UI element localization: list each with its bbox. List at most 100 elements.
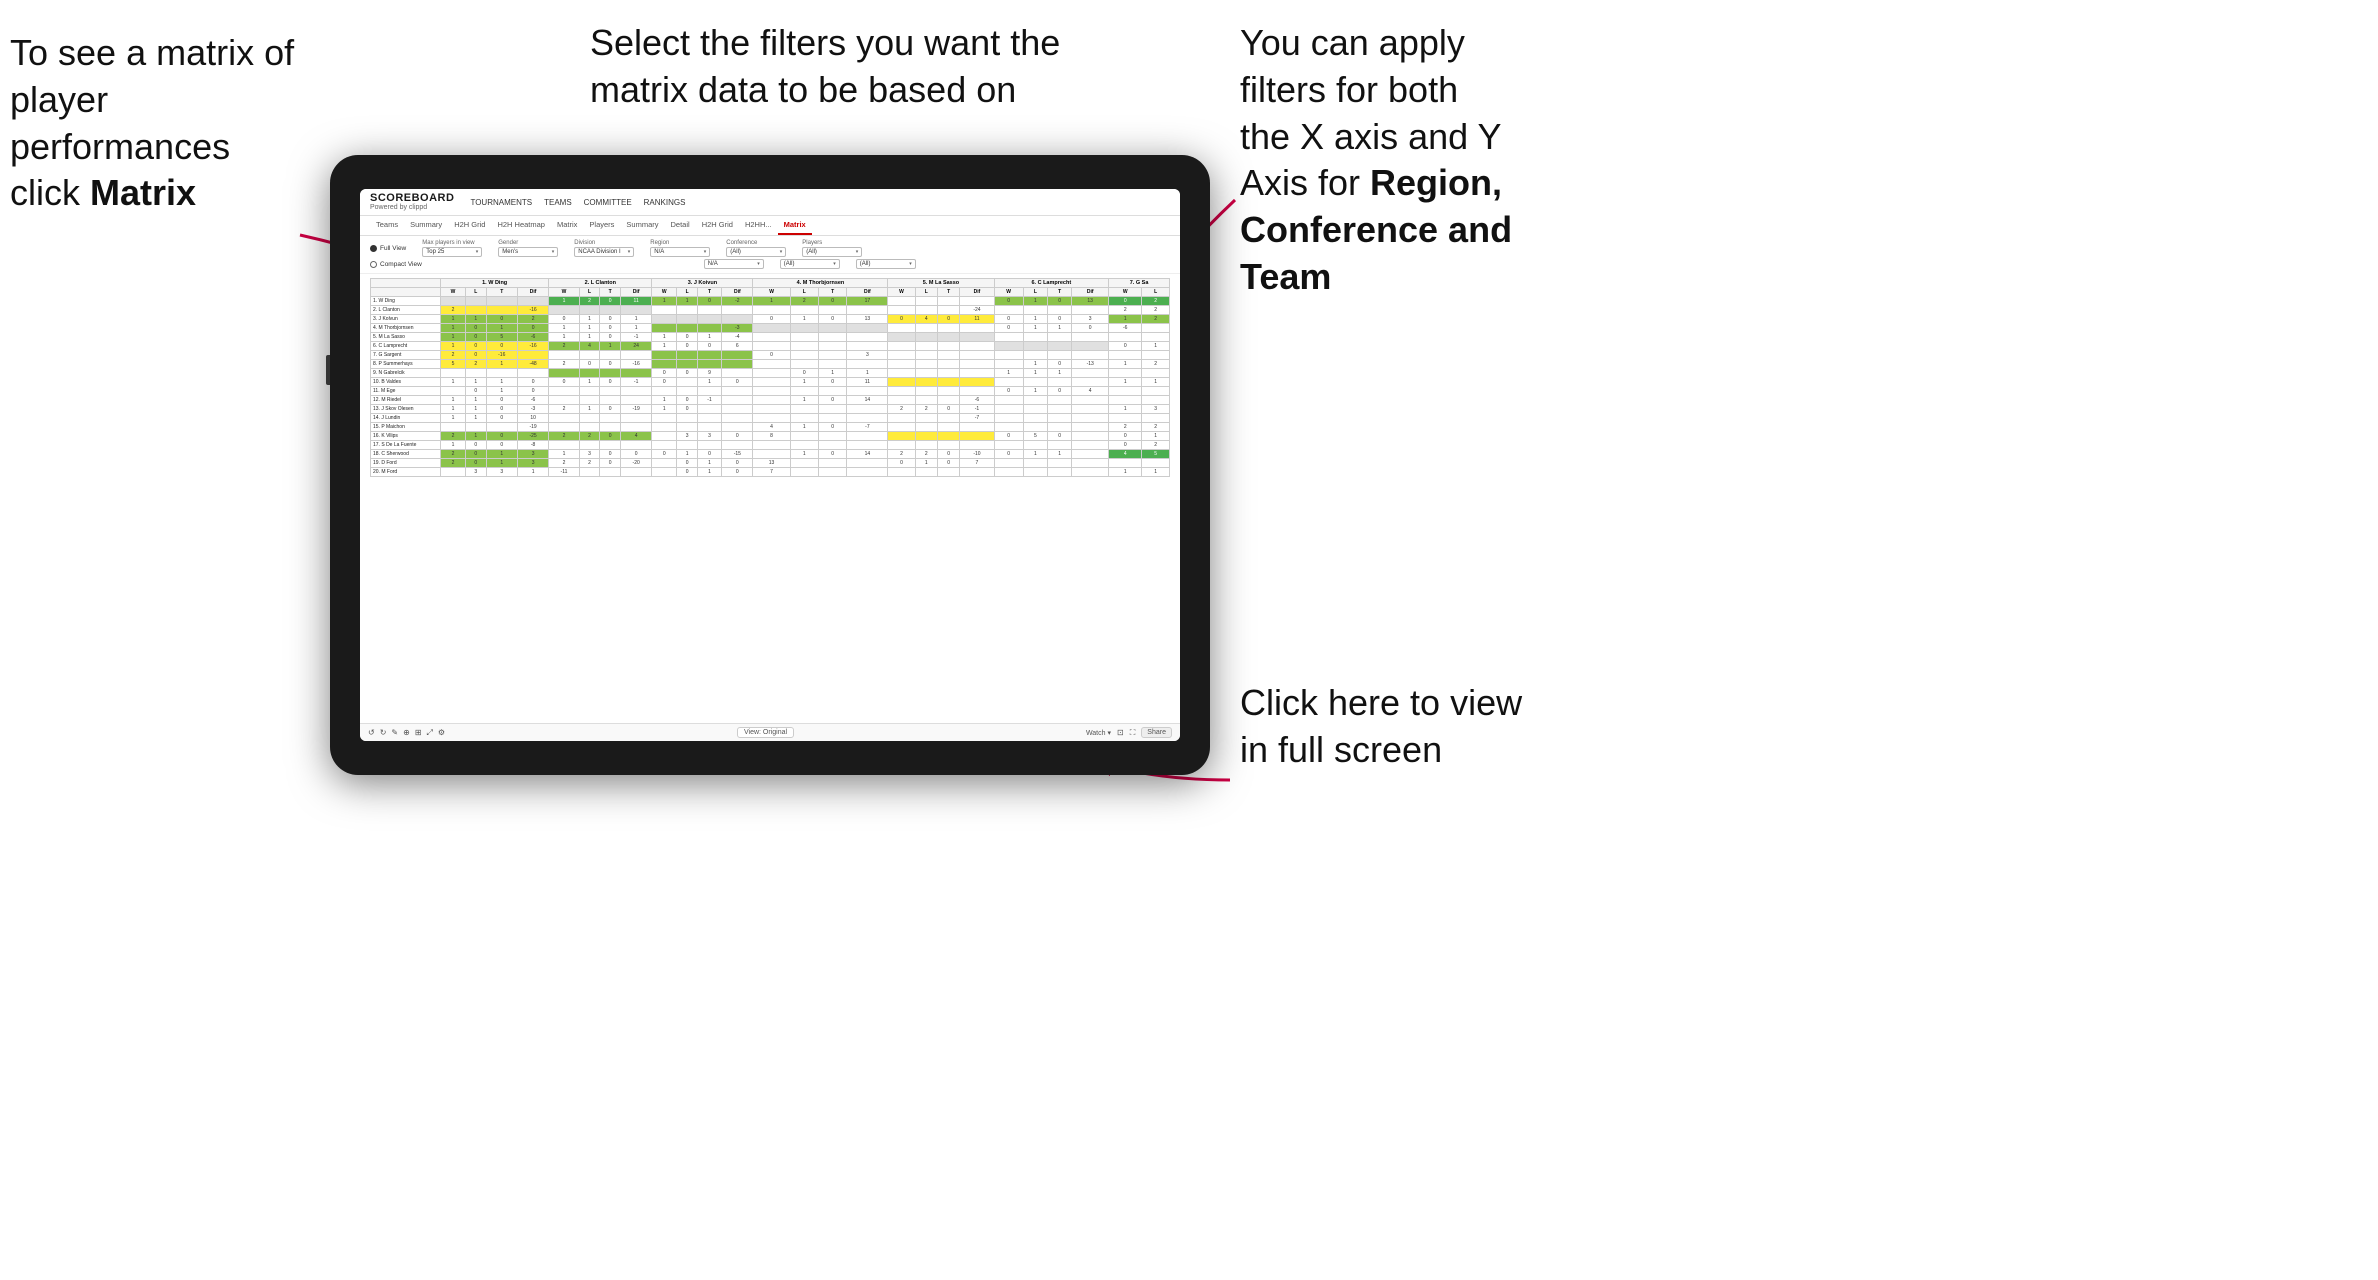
filter-max-players: Max players in view Top 25 ▾ — [422, 240, 482, 257]
tab-h2hh[interactable]: H2HH... — [739, 216, 778, 235]
tab-players-summary[interactable]: Summary — [620, 216, 664, 235]
compact-view-label: Compact View — [380, 261, 422, 268]
annotation-tr-line2: filters for both — [1240, 69, 1458, 110]
region-select-2[interactable]: N/A ▾ — [704, 259, 764, 269]
view-original-button[interactable]: View: Original — [737, 727, 794, 738]
filter-compact-view[interactable]: Compact View — [370, 261, 422, 268]
annotation-tr-line6-bold: Team — [1240, 256, 1331, 297]
wlt-4-l: L — [790, 288, 818, 297]
radio-full-view[interactable] — [370, 245, 377, 252]
grid-icon[interactable]: ⊞ — [415, 728, 422, 737]
toolbar-right-actions: Watch ▾ ⊡ ⛶ Share — [1086, 727, 1172, 738]
table-row: 5. M La Sasso 105-6 110-1 101-4 — [371, 333, 1170, 342]
table-row: 17. S De La Fuente 100-8 02 — [371, 441, 1170, 450]
conference-arrow: ▾ — [780, 249, 783, 255]
region-select[interactable]: N/A ▾ — [650, 247, 710, 257]
conference-select-2[interactable]: (All) ▾ — [780, 259, 840, 269]
player-name-14: 14. J Lundin — [371, 414, 441, 423]
nav-teams[interactable]: TEAMS — [544, 196, 572, 209]
max-players-label: Max players in view — [422, 240, 482, 246]
filter-full-view[interactable]: Full View — [370, 245, 406, 252]
view-original-text: View: Original — [744, 729, 787, 736]
logo-main-text: SCOREBOARD — [370, 193, 454, 204]
wlt-4-dif: Dif — [847, 288, 888, 297]
tab-matrix[interactable]: Matrix — [551, 216, 583, 235]
screen-icon[interactable]: ⊡ — [1117, 728, 1124, 737]
bottom-toolbar: ↺ ↻ ✎ ⊕ ⊞ ⤢ ⚙ View: Original Watch ▾ ⊡ ⛶… — [360, 723, 1180, 741]
players-select[interactable]: (All) ▾ — [802, 247, 862, 257]
player-name-5: 5. M La Sasso — [371, 333, 441, 342]
wlt-empty — [371, 288, 441, 297]
player-name-13: 13. J Skov Olesen — [371, 405, 441, 414]
wlt-1-dif: Dif — [517, 288, 548, 297]
gender-label: Gender — [498, 240, 558, 246]
undo-icon[interactable]: ↺ — [368, 728, 375, 737]
player-name-10: 10. B Valdes — [371, 378, 441, 387]
edit-icon[interactable]: ✎ — [391, 728, 398, 737]
logo-sub-text: Powered by clippd — [370, 204, 454, 211]
conference-select[interactable]: (All) ▾ — [726, 247, 786, 257]
settings-icon[interactable]: ⚙ — [438, 728, 445, 737]
nav-tournaments[interactable]: TOURNAMENTS — [470, 196, 532, 209]
players-select-2[interactable]: (All) ▾ — [856, 259, 916, 269]
gender-select[interactable]: Men's ▾ — [498, 247, 558, 257]
player-name-1: 1. W Ding — [371, 297, 441, 306]
division-select[interactable]: NCAA Division I ▾ — [574, 247, 634, 257]
max-players-select[interactable]: Top 25 ▾ — [422, 247, 482, 257]
radio-compact-view[interactable] — [370, 261, 377, 268]
watch-button[interactable]: Watch ▾ — [1086, 729, 1111, 737]
annotation-bottom-right: Click here to view in full screen — [1240, 680, 1600, 774]
tab-h2h-grid[interactable]: H2H Grid — [448, 216, 491, 235]
tab-h2h-heatmap[interactable]: H2H Heatmap — [491, 216, 551, 235]
wlt-6-w: W — [994, 288, 1023, 297]
tablet-side-button[interactable] — [326, 355, 330, 385]
annotation-tl-line1: To see a matrix of — [10, 32, 294, 73]
nav-committee[interactable]: COMMITTEE — [584, 196, 632, 209]
fullscreen-icon[interactable]: ⤢ — [427, 728, 433, 738]
expand-icon[interactable]: ⛶ — [1130, 728, 1136, 738]
col-header-3: 3. J Koivun — [652, 279, 753, 288]
table-row: 1. W Ding 12011 110-2 12017 01013 02 — [371, 297, 1170, 306]
wlt-2-l: L — [579, 288, 600, 297]
tab-matrix-active[interactable]: Matrix — [778, 216, 812, 235]
share-button[interactable]: Share — [1141, 727, 1172, 738]
filter-row-2: Compact View N/A ▾ (All) ▾ (All) ▾ — [370, 259, 1170, 269]
player-name-18: 18. C Sherwood — [371, 450, 441, 459]
players-arrow: ▾ — [856, 249, 859, 255]
tab-summary[interactable]: Summary — [404, 216, 448, 235]
wlt-2-t: T — [600, 288, 621, 297]
player-name-2: 2. L Clanton — [371, 306, 441, 315]
col-header-4: 4. M Thorbjornsen — [753, 279, 888, 288]
conference-label: Conference — [726, 240, 786, 246]
player-name-11: 11. M Ege — [371, 387, 441, 396]
player-name-19: 19. D Ford — [371, 459, 441, 468]
region-arrow-2: ▾ — [757, 261, 760, 267]
player-name-20: 20. M Ford — [371, 468, 441, 477]
wlt-2-w: W — [549, 288, 579, 297]
annotation-tl-line2: player performances — [10, 79, 230, 167]
tab-detail[interactable]: Detail — [665, 216, 696, 235]
col-header-1: 1. W Ding — [441, 279, 549, 288]
tablet-screen: SCOREBOARD Powered by clippd TOURNAMENTS… — [360, 189, 1180, 741]
wlt-4-w: W — [753, 288, 790, 297]
wlt-5-t: T — [937, 288, 959, 297]
filter-row-1: Full View Max players in view Top 25 ▾ G… — [370, 240, 1170, 257]
table-row: 8. P Summerhays 521-48 200-16 10-13 12 — [371, 360, 1170, 369]
tablet: SCOREBOARD Powered by clippd TOURNAMENTS… — [330, 155, 1210, 775]
tab-h2h-grid2[interactable]: H2H Grid — [696, 216, 739, 235]
matrix-table: 1. W Ding 2. L Clanton 3. J Koivun 4. M … — [370, 278, 1170, 477]
table-row: 9. N Gabrelcik 009 011 111 — [371, 369, 1170, 378]
annotation-tc-line1: Select the filters you want the — [590, 22, 1060, 63]
redo-icon[interactable]: ↻ — [380, 728, 387, 737]
region-value-2: N/A — [708, 261, 718, 267]
division-arrow: ▾ — [628, 249, 631, 255]
region-arrow: ▾ — [704, 249, 707, 255]
tab-players[interactable]: Players — [583, 216, 620, 235]
nav-rankings[interactable]: RANKINGS — [644, 196, 686, 209]
players-arrow-2: ▾ — [909, 261, 912, 267]
wlt-5-w: W — [888, 288, 915, 297]
filter-gender: Gender Men's ▾ — [498, 240, 558, 257]
col-header-2: 2. L Clanton — [549, 279, 652, 288]
tab-teams[interactable]: Teams — [370, 216, 404, 235]
zoom-icon[interactable]: ⊕ — [403, 728, 410, 737]
